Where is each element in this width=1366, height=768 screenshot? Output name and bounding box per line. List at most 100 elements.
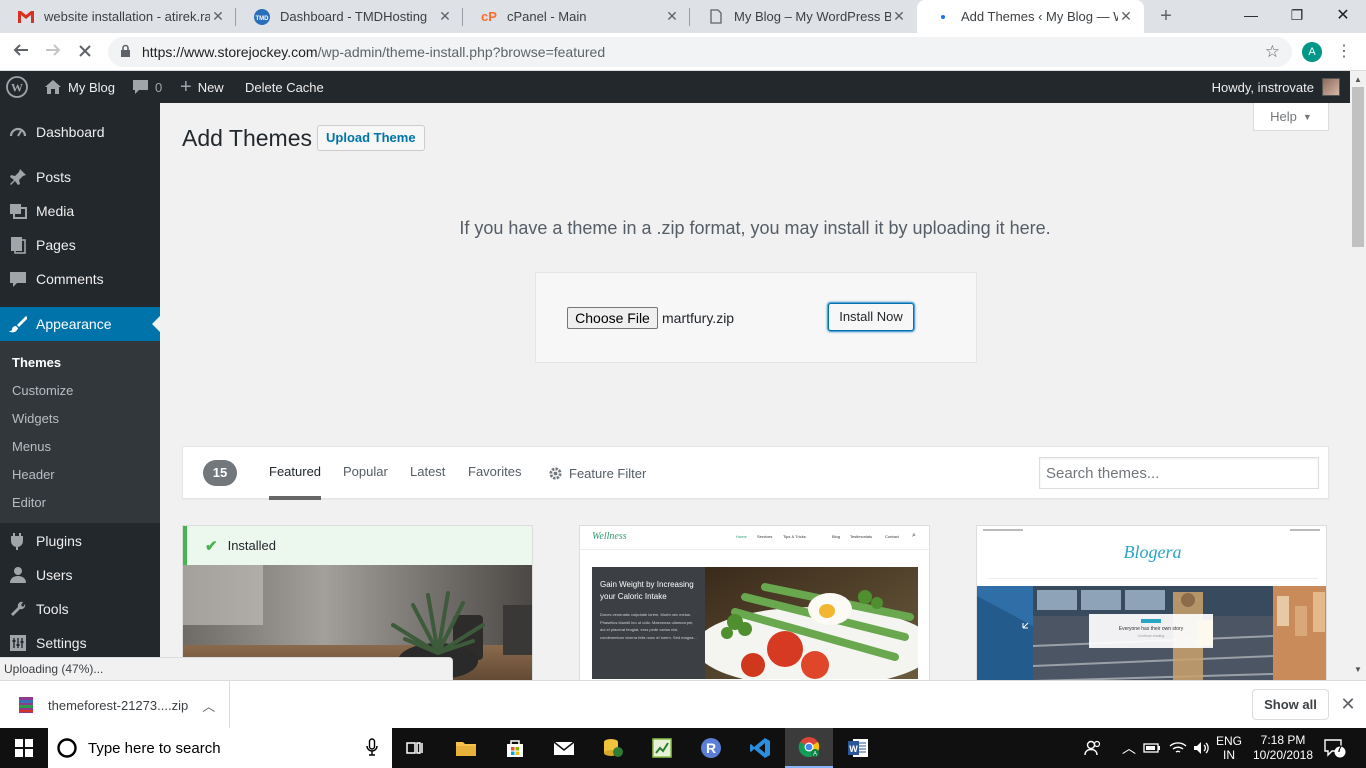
clock[interactable]: 7:18 PM 10/20/2018 — [1250, 728, 1316, 768]
microphone-icon[interactable] — [366, 738, 378, 760]
submenu-customize[interactable]: Customize — [12, 383, 73, 398]
word-icon[interactable]: W — [834, 728, 882, 768]
stop-button[interactable] — [72, 39, 98, 65]
sidebar-item-pages[interactable]: Pages — [0, 228, 160, 262]
help-tab-button[interactable]: Help ▼ — [1253, 103, 1329, 131]
theme-filter-bar: 15 Featured Popular Latest Favorites Fea… — [182, 446, 1329, 500]
sidebar-item-media[interactable]: Media — [0, 194, 160, 228]
tab-tmdhosting[interactable]: TMD Dashboard - TMDHosting ✕ — [236, 0, 463, 33]
tab-add-themes[interactable]: Add Themes ‹ My Blog — Wor ✕ — [917, 0, 1144, 33]
sidebar-item-comments[interactable]: Comments — [0, 262, 160, 296]
new-tab-button[interactable]: + — [1154, 4, 1178, 28]
sidebar-item-appearance[interactable]: Appearance — [0, 307, 160, 341]
sidebar-item-posts[interactable]: Posts — [0, 160, 160, 194]
database-app-icon[interactable] — [589, 728, 637, 768]
filter-tab-popular[interactable]: Popular — [343, 447, 388, 500]
admin-bar-delete-cache[interactable]: Delete Cache — [245, 71, 324, 103]
show-hidden-icons-chevron[interactable]: ︿ — [1122, 728, 1136, 768]
loading-icon — [935, 9, 951, 25]
close-tab-icon[interactable]: ✕ — [891, 8, 907, 25]
search-themes-input[interactable] — [1039, 457, 1319, 489]
wordpress-logo-icon[interactable]: W — [6, 71, 28, 103]
sidebar-item-users[interactable]: Users — [0, 558, 160, 592]
sidebar-item-settings[interactable]: Settings — [0, 626, 160, 660]
chrome-icon[interactable]: A — [785, 728, 833, 768]
input-language-indicator[interactable]: ENG IN — [1216, 728, 1242, 768]
restore-button[interactable]: ❐ — [1274, 0, 1320, 33]
theme-count-badge: 15 — [203, 460, 237, 486]
admin-bar-comments[interactable]: 0 — [132, 71, 162, 103]
forward-button[interactable] — [40, 39, 66, 65]
page-title: Add Themes — [182, 125, 312, 151]
battery-icon[interactable] — [1143, 728, 1161, 768]
theme-card-blogera[interactable]: Blogera Everyone has their own story Con… — [976, 525, 1327, 680]
plus-icon: + — [180, 76, 192, 98]
submenu-themes[interactable]: Themes — [12, 355, 61, 370]
tab-cpanel[interactable]: cP cPanel - Main ✕ — [463, 0, 690, 33]
spreadsheet-app-icon[interactable] — [638, 728, 686, 768]
submenu-menus[interactable]: Menus — [12, 439, 51, 454]
wellness-nav-blog: Blog — [832, 534, 841, 539]
action-center-icon[interactable]: 7 — [1324, 728, 1346, 768]
scrollbar-thumb[interactable] — [1352, 87, 1364, 247]
admin-bar-site-link[interactable]: My Blog — [44, 71, 115, 103]
theme-card-wellness[interactable]: Wellness Home Services Tips & Tricks Blo… — [579, 525, 930, 680]
window-close-button[interactable]: ✕ — [1320, 0, 1366, 33]
scroll-up-icon[interactable]: ▲ — [1354, 75, 1362, 84]
task-view-icon[interactable] — [392, 728, 440, 768]
filter-tab-favorites[interactable]: Favorites — [468, 447, 521, 500]
admin-bar-account[interactable]: Howdy, instrovate — [1212, 71, 1340, 103]
choose-file-button[interactable]: Choose File — [567, 307, 658, 329]
file-explorer-icon[interactable] — [442, 728, 490, 768]
svg-text:TMD: TMD — [256, 16, 270, 22]
upload-theme-button[interactable]: Upload Theme — [317, 125, 425, 151]
svg-text:A: A — [813, 752, 817, 758]
bookmark-star-icon[interactable]: ☆ — [1265, 42, 1280, 62]
admin-bar-new[interactable]: + New — [180, 71, 224, 103]
scroll-down-icon[interactable]: ▼ — [1354, 665, 1362, 674]
tab-gmail[interactable]: website installation - atirek.ran ✕ — [0, 0, 236, 33]
minimize-button[interactable]: — — [1228, 0, 1274, 33]
wellness-hero-text: Gain Weight by Increasing your Caloric I… — [592, 567, 705, 679]
people-icon[interactable] — [1084, 728, 1102, 768]
sidebar-item-label: Plugins — [36, 533, 82, 549]
sidebar-item-tools[interactable]: Tools — [0, 592, 160, 626]
language-code: ENG — [1216, 734, 1243, 748]
submenu-widgets[interactable]: Widgets — [12, 411, 59, 426]
filter-tab-latest[interactable]: Latest — [410, 447, 445, 500]
taskbar-search-box[interactable]: Type here to search — [48, 728, 392, 768]
wellness-body: Donec venenatis vulputate lorem. Morbi n… — [600, 612, 697, 640]
mail-icon[interactable] — [540, 728, 588, 768]
submenu-header[interactable]: Header — [12, 467, 55, 482]
sidebar-item-plugins[interactable]: Plugins — [0, 524, 160, 558]
install-now-button[interactable]: Install Now — [828, 303, 914, 331]
vscode-icon[interactable] — [736, 728, 784, 768]
profile-avatar[interactable]: A — [1302, 42, 1322, 62]
windows-start-button[interactable] — [0, 728, 48, 768]
chevron-up-icon[interactable]: ︿ — [202, 696, 215, 715]
page-scrollbar[interactable]: ▲ ▼ — [1350, 71, 1366, 680]
download-item[interactable]: themeforest-21273....zip ︿ — [0, 681, 230, 729]
close-tab-icon[interactable]: ✕ — [1118, 8, 1134, 25]
feature-filter-button[interactable]: Feature Filter — [548, 447, 646, 500]
back-button[interactable] — [8, 39, 34, 65]
sidebar-item-dashboard[interactable]: Dashboard — [0, 115, 160, 149]
address-bar[interactable]: https://www.storejockey.com/wp-admin/the… — [108, 37, 1292, 67]
tab-title: Add Themes ‹ My Blog — Wor — [961, 9, 1118, 24]
close-tab-icon[interactable]: ✕ — [664, 8, 680, 25]
browser-menu-icon[interactable]: ⋮ — [1336, 40, 1352, 64]
close-tab-icon[interactable]: ✕ — [210, 8, 226, 25]
taskbar-search-placeholder: Type here to search — [88, 739, 221, 757]
submenu-editor[interactable]: Editor — [12, 495, 46, 510]
r-app-icon[interactable]: R — [687, 728, 735, 768]
show-all-downloads-button[interactable]: Show all — [1252, 689, 1329, 720]
wifi-icon[interactable] — [1169, 728, 1187, 768]
filter-tab-featured[interactable]: Featured — [269, 447, 322, 500]
store-icon[interactable] — [491, 728, 539, 768]
close-downloads-bar-icon[interactable]: ✕ — [1338, 693, 1358, 715]
tab-my-blog[interactable]: My Blog – My WordPress Blog ✕ — [690, 0, 917, 33]
upload-description: If you have a theme in a .zip format, yo… — [459, 218, 1051, 238]
close-tab-icon[interactable]: ✕ — [437, 8, 453, 25]
caret-down-icon: ▼ — [1302, 111, 1312, 122]
volume-icon[interactable] — [1193, 728, 1211, 768]
